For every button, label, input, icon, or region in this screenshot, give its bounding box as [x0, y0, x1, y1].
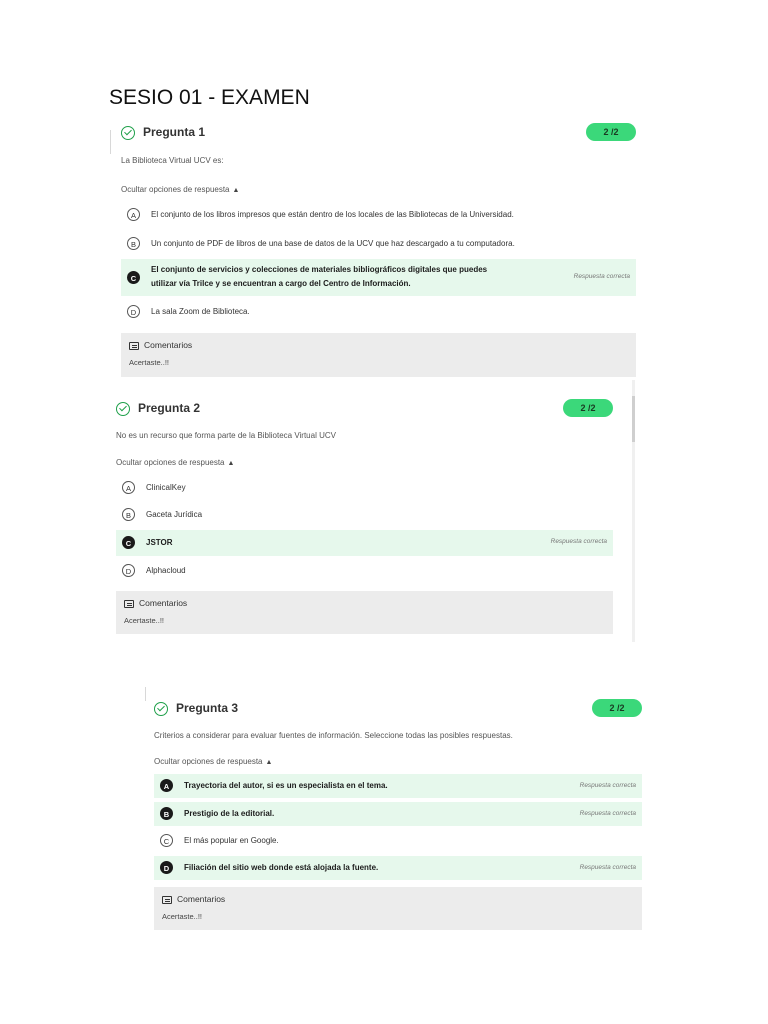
comment-icon — [129, 342, 139, 350]
question-header: Pregunta 1 2 /2 — [121, 123, 636, 147]
option-letter: A — [160, 779, 173, 792]
option-letter: D — [122, 564, 135, 577]
option-a: A El conjunto de los libros impresos que… — [121, 205, 636, 225]
option-a-correct: A Trayectoria del autor, si es un especi… — [154, 774, 642, 798]
option-text-line-2: utilizar vía Trilce y se encuentran a ca… — [151, 279, 411, 288]
comments-title: Comentarios — [177, 894, 226, 904]
correct-answer-tag: Respuesta correcta — [550, 538, 607, 545]
option-c-correct: C JSTOR Respuesta correcta — [116, 530, 613, 556]
page-title: SESIO 01 - EXAMEN — [109, 86, 310, 109]
option-letter: C — [160, 834, 173, 847]
option-text: El más popular en Google. — [184, 836, 279, 845]
comment-icon — [124, 600, 134, 608]
option-letter: B — [122, 508, 135, 521]
option-text: Gaceta Jurídica — [146, 510, 203, 519]
option-text: Un conjunto de PDF de libros de una base… — [151, 239, 515, 248]
option-text: El conjunto de los libros impresos que e… — [151, 210, 514, 219]
option-b: B Gaceta Jurídica — [116, 505, 613, 525]
question-header: Pregunta 3 2 /2 — [154, 699, 642, 723]
option-letter: D — [127, 305, 140, 318]
divider — [145, 687, 146, 701]
comments-title: Comentarios — [144, 340, 193, 350]
option-d: D La sala Zoom de Biblioteca. — [121, 302, 636, 322]
comments-box: Comentarios Acertaste..!! — [116, 591, 613, 634]
option-letter: A — [122, 481, 135, 494]
question-3: Pregunta 3 2 /2 Criterios a considerar p… — [154, 699, 642, 931]
check-circle-icon — [116, 402, 130, 416]
correct-answer-tag: Respuesta correcta — [579, 810, 636, 817]
option-letter: D — [160, 861, 173, 874]
chevron-up-icon: ▲ — [265, 759, 273, 766]
correct-answer-tag: Respuesta correcta — [579, 782, 636, 789]
toggle-label: Ocultar opciones de respuesta — [154, 757, 263, 766]
option-letter: B — [160, 807, 173, 820]
option-text-line-1: El conjunto de servicios y colecciones d… — [151, 265, 488, 274]
question-title: Pregunta 2 — [138, 401, 201, 415]
question-title: Pregunta 3 — [176, 701, 239, 715]
question-title: Pregunta 1 — [143, 125, 206, 139]
option-c: C El más popular en Google. — [154, 831, 642, 851]
question-1: Pregunta 1 2 /2 La Biblioteca Virtual UC… — [121, 123, 636, 380]
question-prompt: La Biblioteca Virtual UCV es: — [121, 156, 224, 165]
correct-answer-tag: Respuesta correcta — [579, 864, 636, 871]
option-letter: C — [127, 271, 140, 284]
option-b-correct: B Prestigio de la editorial. Respuesta c… — [154, 802, 642, 826]
comment-icon — [162, 896, 172, 904]
correct-answer-tag: Respuesta correcta — [573, 273, 630, 280]
comment-text: Acertaste..!! — [129, 358, 170, 367]
chevron-up-icon: ▲ — [227, 460, 235, 467]
comments-title: Comentarios — [139, 598, 188, 608]
option-d: D Alphacloud — [116, 561, 613, 581]
toggle-options-button[interactable]: Ocultar opciones de respuesta ▲ — [116, 458, 234, 467]
scrollbar-thumb[interactable] — [632, 396, 635, 442]
option-c-correct: C El conjunto de servicios y colecciones… — [121, 259, 636, 296]
question-prompt: No es un recurso que forma parte de la B… — [116, 431, 336, 440]
comments-box: Comentarios Acertaste..!! — [121, 333, 636, 377]
toggle-options-button[interactable]: Ocultar opciones de respuesta ▲ — [121, 185, 239, 194]
option-letter: B — [127, 237, 140, 250]
option-b: B Un conjunto de PDF de libros de una ba… — [121, 234, 636, 254]
question-header: Pregunta 2 2 /2 — [116, 399, 613, 423]
question-prompt: Criterios a considerar para evaluar fuen… — [154, 731, 513, 740]
toggle-label: Ocultar opciones de respuesta — [121, 185, 230, 194]
option-text: La sala Zoom de Biblioteca. — [151, 307, 250, 316]
option-letter: C — [122, 536, 135, 549]
option-a: A ClinicalKey — [116, 478, 613, 498]
check-circle-icon — [154, 702, 168, 716]
comment-text: Acertaste..!! — [124, 616, 165, 625]
question-2: Pregunta 2 2 /2 No es un recurso que for… — [116, 399, 613, 637]
option-text: Prestigio de la editorial. — [184, 809, 275, 818]
divider — [110, 130, 111, 154]
toggle-options-button[interactable]: Ocultar opciones de respuesta ▲ — [154, 757, 272, 766]
option-text: ClinicalKey — [146, 483, 186, 492]
score-badge: 2 /2 — [563, 399, 613, 417]
option-text: Trayectoria del autor, si es un especial… — [184, 781, 388, 790]
score-badge: 2 /2 — [586, 123, 636, 141]
check-circle-icon — [121, 126, 135, 140]
option-text: Filiación del sitio web donde está aloja… — [184, 863, 379, 872]
option-letter: A — [127, 208, 140, 221]
option-text: JSTOR — [146, 538, 173, 547]
score-badge: 2 /2 — [592, 699, 642, 717]
toggle-label: Ocultar opciones de respuesta — [116, 458, 225, 467]
chevron-up-icon: ▲ — [232, 187, 240, 194]
comment-text: Acertaste..!! — [162, 912, 203, 921]
option-d-correct: D Filiación del sitio web donde está alo… — [154, 856, 642, 880]
option-text: Alphacloud — [146, 566, 186, 575]
comments-box: Comentarios Acertaste..!! — [154, 887, 642, 930]
